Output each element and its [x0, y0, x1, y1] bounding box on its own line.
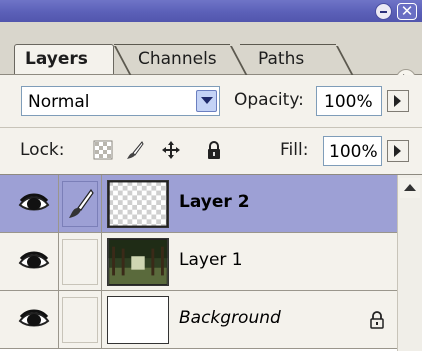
visibility-eye-icon[interactable]: [11, 297, 57, 343]
lock-image-brush-icon[interactable]: [125, 140, 145, 160]
layers-palette: ✕ Layers Channels Paths ▶ Normal Opacity…: [0, 0, 422, 351]
lock-transparency-icon[interactable]: [93, 140, 113, 160]
fill-value: 100%: [329, 142, 378, 162]
blend-mode-select[interactable]: Normal: [21, 86, 220, 116]
layer-row-layer-1[interactable]: Layer 1: [0, 233, 397, 291]
layer-1-thumbnail: [107, 238, 169, 286]
scroll-up-arrow-icon[interactable]: [400, 178, 420, 198]
layer-2-thumbnail: [107, 180, 169, 228]
background-lock-icon: [370, 311, 384, 329]
opacity-slider-button[interactable]: [387, 90, 409, 112]
layer-name[interactable]: Background: [179, 308, 281, 328]
column-divider: [101, 175, 102, 233]
tab-strip: Layers Channels Paths ▶: [0, 22, 422, 89]
layers-list: Layer 2 Layer 1 Background: [0, 175, 397, 351]
column-divider: [101, 233, 102, 291]
close-button[interactable]: ✕: [397, 2, 417, 20]
palette-title-bar[interactable]: ✕: [0, 0, 422, 22]
fill-label: Fill:: [280, 140, 309, 160]
layer-link-cell[interactable]: [62, 297, 98, 343]
blend-options-row: Normal Opacity: 100%: [0, 75, 422, 128]
layer-name[interactable]: Layer 2: [179, 192, 250, 212]
visibility-eye-icon[interactable]: [11, 181, 57, 227]
layer-name[interactable]: Layer 1: [179, 250, 243, 270]
tab-layers[interactable]: Layers: [14, 44, 114, 74]
visibility-eye-icon[interactable]: [11, 239, 57, 285]
minimize-button[interactable]: [375, 3, 392, 20]
blend-mode-value: Normal: [28, 92, 90, 112]
layer-link-cell[interactable]: [62, 181, 98, 227]
column-divider: [58, 291, 59, 349]
lock-label: Lock:: [20, 140, 65, 160]
chevron-down-icon[interactable]: [196, 90, 217, 112]
tab-paths[interactable]: Paths: [240, 45, 340, 73]
opacity-value: 100%: [324, 92, 373, 112]
background-thumbnail: [107, 296, 169, 344]
opacity-input[interactable]: 100%: [316, 86, 382, 116]
fill-slider-button[interactable]: [387, 140, 409, 162]
tab-channels[interactable]: Channels: [118, 45, 236, 73]
column-divider: [58, 233, 59, 291]
column-divider: [58, 175, 59, 233]
lock-all-icon[interactable]: [204, 140, 224, 160]
column-divider: [101, 291, 102, 349]
lock-options-row: Lock: Fill: 100%: [0, 128, 422, 175]
layer-row-background[interactable]: Background: [0, 291, 397, 349]
layer-link-cell[interactable]: [62, 239, 98, 285]
layers-scrollbar[interactable]: [397, 175, 422, 351]
opacity-label: Opacity:: [234, 90, 304, 110]
lock-position-move-icon[interactable]: [161, 140, 181, 160]
layer-row-layer-2[interactable]: Layer 2: [0, 175, 397, 233]
close-icon: ✕: [400, 2, 414, 20]
fill-input[interactable]: 100%: [323, 136, 382, 166]
paint-brush-icon: [69, 188, 94, 218]
